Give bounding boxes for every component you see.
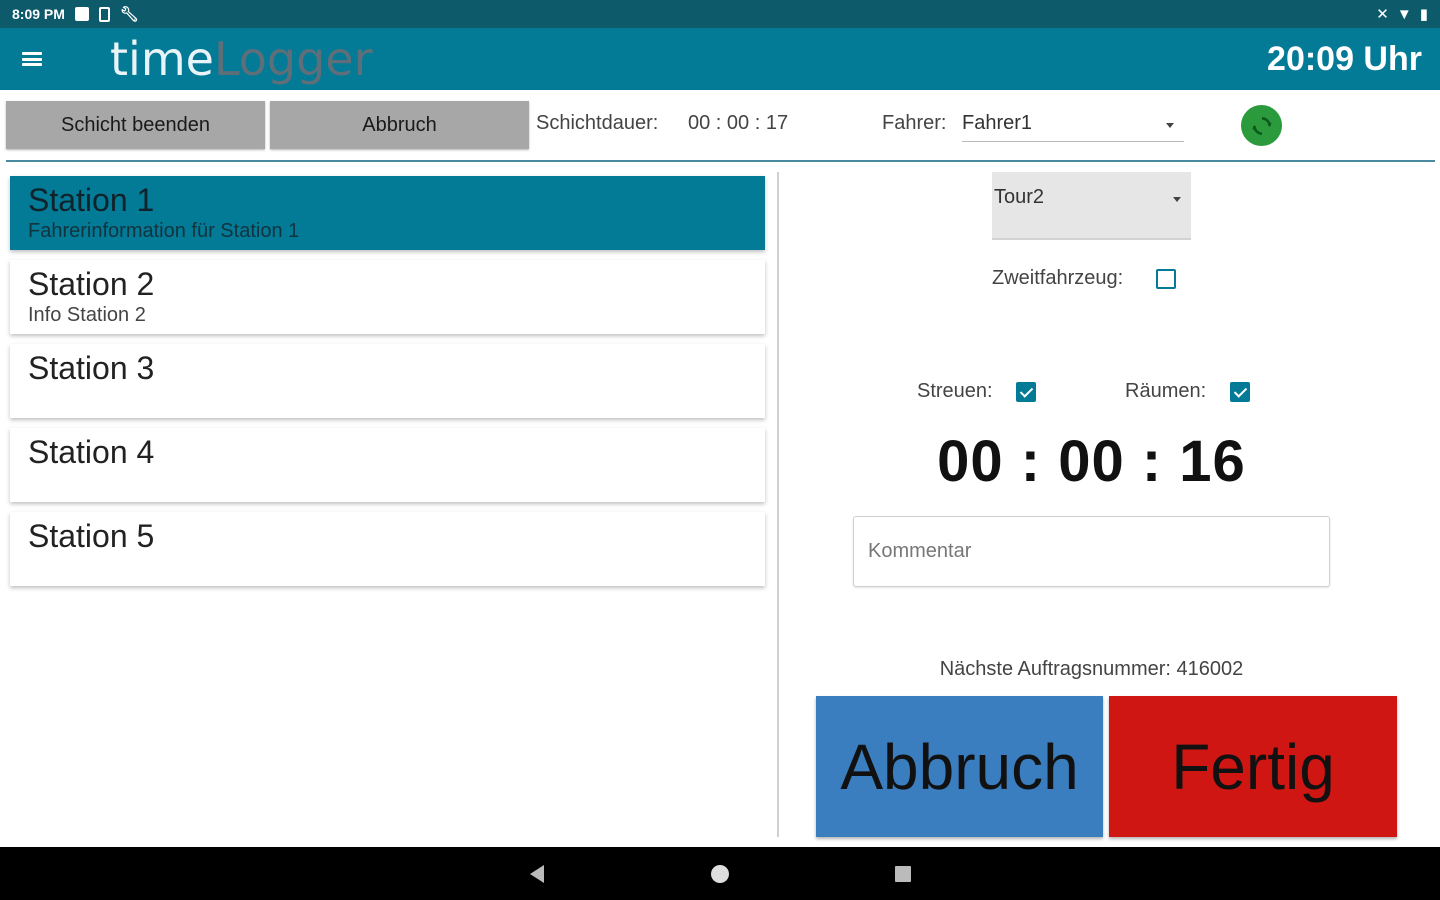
station-item-1[interactable]: Station 1 Fahrerinformation für Station … — [10, 176, 765, 250]
station-item-5[interactable]: Station 5 — [10, 512, 765, 586]
shift-duration-value: 00 : 00 : 17 — [688, 112, 789, 134]
driver-select-value: Fahrer1 — [962, 112, 1033, 134]
notification-icon — [74, 7, 89, 21]
driver-label: Fahrer: — [882, 112, 947, 134]
wifi-icon: ▼ — [1396, 5, 1412, 23]
sync-button[interactable] — [1241, 105, 1282, 146]
toolbar: Schicht beenden Abbruch Schichtdauer: 00… — [0, 90, 1440, 162]
end-shift-button[interactable]: Schicht beenden — [6, 101, 265, 149]
spread-label: Streuen: — [917, 380, 993, 402]
station-name: Station 4 — [28, 434, 155, 470]
station-name: Station 3 — [28, 350, 155, 386]
shift-duration-label: Schichtdauer: — [536, 112, 659, 134]
navigation-bar — [0, 847, 1440, 900]
station-item-3[interactable]: Station 3 — [10, 344, 765, 418]
second-vehicle-label: Zweitfahrzeug: — [992, 267, 1124, 289]
next-order-number: Nächste Auftragsnummer: 416002 — [939, 658, 1244, 680]
status-bar: 8:09 PM 🔧︎ ✕ ▼ ▮ — [0, 0, 1440, 28]
sim-card-icon — [98, 6, 110, 22]
app-bar: timeLogger 20:09 Uhr — [0, 28, 1440, 90]
status-time: 8:09 PM — [12, 6, 65, 22]
panel-divider — [777, 172, 779, 837]
station-item-4[interactable]: Station 4 — [10, 428, 765, 502]
menu-icon[interactable] — [22, 52, 42, 66]
abort-shift-button[interactable]: Abbruch — [270, 101, 529, 149]
toolbar-divider — [6, 160, 1435, 162]
home-icon[interactable] — [711, 865, 729, 883]
station-info: Info Station 2 — [28, 304, 146, 326]
chevron-down-icon — [1173, 197, 1181, 202]
clear-label: Räumen: — [1125, 380, 1207, 402]
sync-icon — [1251, 116, 1272, 135]
app-title-part2: Logger — [213, 32, 373, 86]
tour-select[interactable]: Tour2 — [992, 172, 1191, 240]
abort-button[interactable]: Abbruch — [816, 696, 1103, 837]
app-title: timeLogger — [110, 32, 373, 86]
station-name: Station 2 — [28, 266, 155, 302]
station-name: Station 1 — [28, 182, 155, 218]
clock: 20:09 Uhr — [1267, 40, 1422, 78]
second-vehicle-checkbox[interactable] — [1156, 269, 1176, 289]
recent-apps-icon[interactable] — [895, 866, 911, 882]
clear-checkbox[interactable] — [1230, 382, 1250, 402]
tour-select-value: Tour2 — [994, 186, 1045, 208]
done-button[interactable]: Fertig — [1109, 696, 1397, 837]
station-list: Station 1 Fahrerinformation für Station … — [10, 176, 765, 596]
station-timer: 00 : 00 : 16 — [937, 429, 1246, 494]
battery-icon: ▮ — [1419, 5, 1428, 23]
no-signal-icon: ✕ — [1376, 5, 1389, 23]
spread-checkbox[interactable] — [1016, 382, 1036, 402]
station-item-2[interactable]: Station 2 Info Station 2 — [10, 260, 765, 334]
driver-select[interactable]: Fahrer1 — [962, 106, 1184, 142]
station-info: Fahrerinformation für Station 1 — [28, 220, 300, 242]
back-icon[interactable] — [530, 865, 544, 883]
comment-input[interactable] — [853, 516, 1330, 587]
chevron-down-icon — [1166, 123, 1174, 128]
wrench-icon: 🔧︎ — [119, 5, 139, 23]
app-title-part1: time — [110, 32, 214, 86]
station-name: Station 5 — [28, 518, 155, 554]
